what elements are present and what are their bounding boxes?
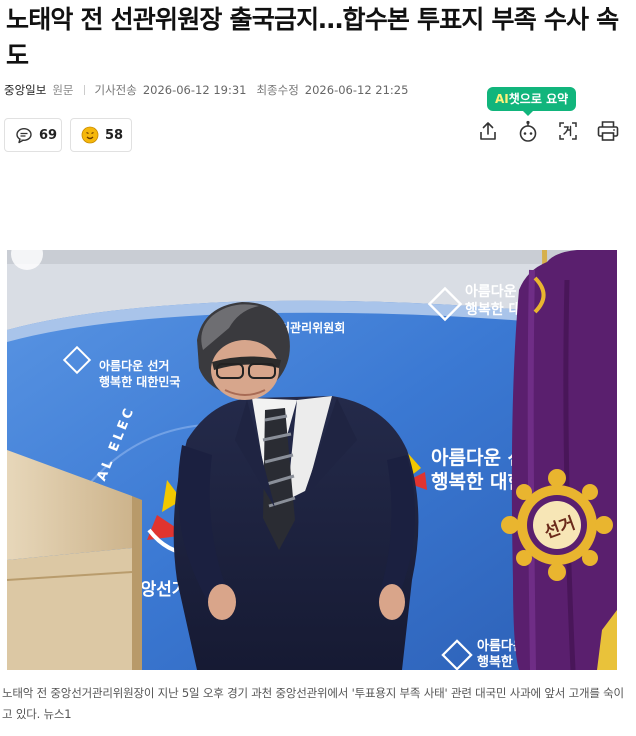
press-conference-image: NATIONAL ELEC 중앙선거관리위원회 거관리위원회 아름다운 선거 행…: [7, 250, 617, 670]
like-count: 58: [105, 127, 124, 143]
ai-summary-button[interactable]: [515, 120, 541, 146]
ai-summary-tooltip[interactable]: AI챗으로 요약: [487, 87, 577, 116]
article-title: 노태악 전 선관위원장 출국금지…합수본 투표지 부족 수사 속도: [6, 5, 619, 70]
original-link[interactable]: 원문: [52, 82, 73, 98]
ai-badge-prefix: AI: [495, 92, 509, 106]
print-button[interactable]: [595, 120, 621, 146]
modified-time: 2026-06-12 21:25: [304, 83, 409, 97]
share-button[interactable]: [475, 120, 501, 146]
comment-count: 69: [39, 127, 58, 143]
flag: 선거: [501, 250, 617, 670]
ai-badge-label: 챗으로 요약: [508, 92, 569, 106]
meta-divider: [83, 85, 85, 95]
share-icon: [477, 120, 499, 146]
photo-caption: 노태악 전 중앙선거관리위원장이 지난 5일 오후 경기 과천 중앙선관위에서 …: [2, 686, 624, 721]
sent-label: 기사전송: [94, 83, 137, 97]
font-size-icon: [557, 120, 579, 146]
article-photo[interactable]: NATIONAL ELEC 중앙선거관리위원회 거관리위원회 아름다운 선거 행…: [7, 250, 617, 670]
comment-icon: [15, 126, 33, 144]
backdrop-text-left: 아름다운 선거: [99, 358, 169, 373]
backdrop-org-right-text: 거관리위원회: [279, 320, 345, 335]
sent-time: 2026-06-12 19:31: [142, 83, 247, 97]
font-size-button[interactable]: [555, 120, 581, 146]
print-icon: [596, 119, 620, 147]
ai-bot-icon: [516, 119, 540, 147]
like-emoji-icon: [81, 126, 99, 144]
comment-button[interactable]: 69: [4, 118, 62, 152]
backdrop-text-left-2: 행복한 대한민국: [99, 374, 180, 389]
article-meta: 중앙일보 원문 기사전송 2026-06-12 19:31 최종수정 2026-…: [4, 82, 408, 98]
like-button[interactable]: 58: [70, 118, 132, 152]
modified-label: 최종수정: [256, 83, 299, 97]
press-name[interactable]: 중앙일보: [4, 82, 46, 98]
